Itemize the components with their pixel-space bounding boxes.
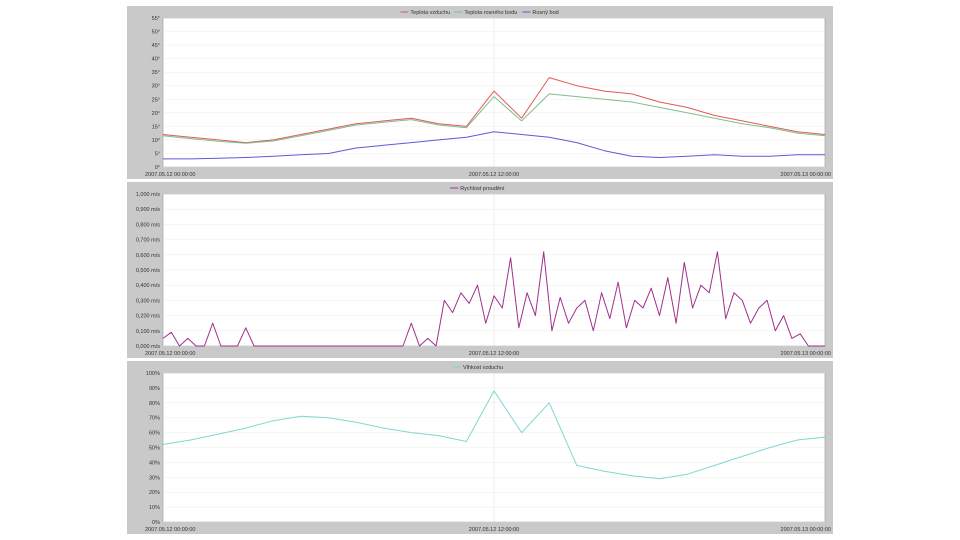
x-tick-label: 2007.05.12 00:00:00 — [145, 172, 195, 178]
y-tick-label: 25° — [152, 97, 160, 103]
y-tick-label: 0,700 m/s — [136, 238, 160, 244]
x-tick-label: 2007.05.13 00:00:00 — [781, 527, 831, 533]
x-tick-label: 2007.05.13 00:00:00 — [781, 351, 831, 357]
y-tick-label: 35° — [152, 70, 160, 76]
temperature-panel: 0° 5° 10° 15° 20° 25° 30° 35° 40° 45° 50° 55° 2007.0… — [127, 6, 833, 179]
y-tick-label: 0° — [155, 165, 160, 171]
humidity-chart: 0% 10% 20% 30% 40% 50% 60% 70% 80% 90% 100% 2007.05… — [145, 365, 831, 533]
legend-entry: Rychlost proudění — [460, 186, 505, 192]
y-tick-label: 50° — [152, 30, 160, 36]
y-tick-label: 20% — [149, 490, 160, 496]
y-tick-label: 60% — [149, 431, 160, 437]
y-tick-label: 80% — [149, 401, 160, 407]
y-tick-label: 70% — [149, 416, 160, 422]
y-tick-label: 50% — [149, 446, 160, 452]
y-tick-label: 30° — [152, 84, 160, 90]
y-tick-label: 0,900 m/s — [136, 207, 160, 213]
y-tick-label: 90% — [149, 386, 160, 392]
y-tick-label: 20° — [152, 111, 160, 117]
x-tick-label: 2007.05.12 12:00:00 — [469, 172, 519, 178]
y-tick-label: 55° — [152, 16, 160, 22]
y-tick-label: 0,100 m/s — [136, 329, 160, 335]
legend-entry: Teplota vzduchu — [410, 10, 450, 16]
y-tick-label: 10° — [152, 138, 160, 144]
y-tick-label: 0,500 m/s — [136, 268, 160, 274]
y-tick-label: 15° — [152, 124, 160, 130]
x-tick-label: 2007.05.13 00:00:00 — [781, 172, 831, 178]
y-tick-label: 0,200 m/s — [136, 314, 160, 320]
y-tick-label: 5° — [155, 151, 160, 157]
wind-speed-chart: 0,000 m/s 0,100 m/s 0,200 m/s 0,300 m/s 0,40… — [136, 186, 831, 357]
legend-entry: Rosný bod — [532, 10, 558, 16]
x-tick-label: 2007.05.12 12:00:00 — [469, 351, 519, 357]
y-tick-label: 10% — [149, 505, 160, 511]
temperature-chart: 0° 5° 10° 15° 20° 25° 30° 35° 40° 45° 50° 55° 2007.0… — [145, 10, 831, 178]
x-tick-label: 2007.05.12 00:00:00 — [145, 527, 195, 533]
y-tick-label: 40° — [152, 57, 160, 63]
legend-entry: Vlhkost vzduchu — [463, 365, 503, 371]
y-tick-label: 0,300 m/s — [136, 298, 160, 304]
y-tick-label: 30% — [149, 475, 160, 481]
x-tick-label: 2007.05.12 12:00:00 — [469, 527, 519, 533]
y-tick-label: 45° — [152, 43, 160, 49]
y-tick-label: 0,800 m/s — [136, 222, 160, 228]
x-tick-label: 2007.05.12 00:00:00 — [145, 351, 195, 357]
y-tick-label: 0% — [152, 520, 160, 526]
y-tick-label: 0,600 m/s — [136, 253, 160, 259]
y-tick-label: 0,000 m/s — [136, 344, 160, 350]
y-tick-label: 0,400 m/s — [136, 283, 160, 289]
legend-entry: Teplota rosného bodu — [464, 10, 517, 16]
y-tick-label: 1,000 m/s — [136, 192, 160, 198]
wind-speed-panel: 0,000 m/s 0,100 m/s 0,200 m/s 0,300 m/s 0,40… — [127, 182, 833, 358]
y-tick-label: 40% — [149, 460, 160, 466]
humidity-panel: 0% 10% 20% 30% 40% 50% 60% 70% 80% 90% 100% 2007.05… — [127, 361, 833, 534]
y-tick-label: 100% — [146, 371, 160, 377]
